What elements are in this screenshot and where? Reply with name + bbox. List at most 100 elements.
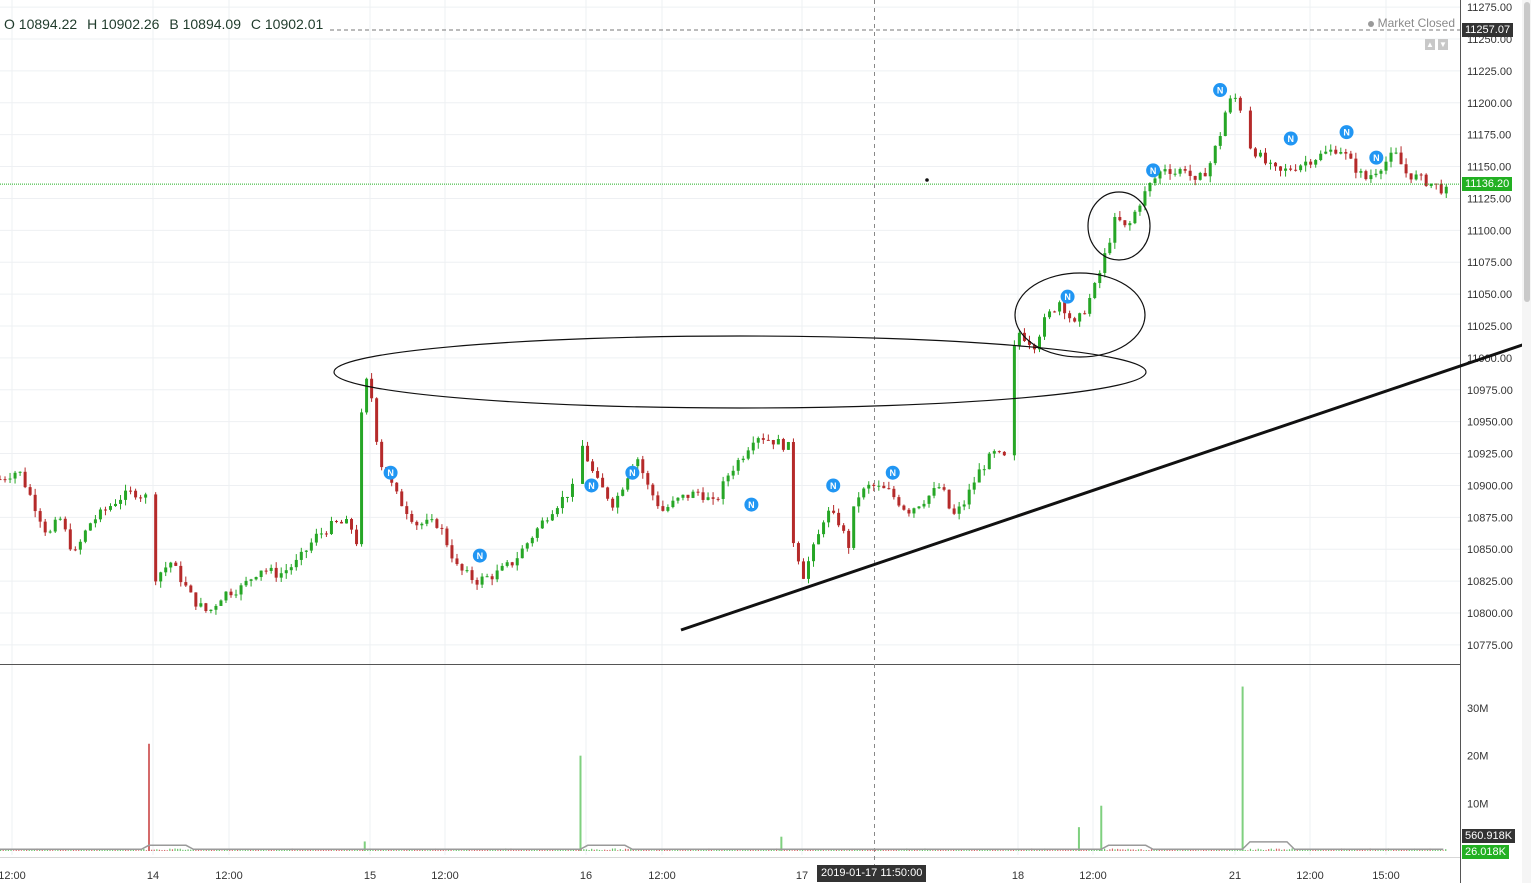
candle-body [706, 497, 710, 500]
candle-body [13, 472, 17, 479]
candle-body [159, 572, 163, 582]
candle-body [365, 378, 369, 413]
candle-body [1274, 162, 1278, 167]
volume-bar [1179, 850, 1181, 851]
pane-down-icon[interactable]: ▼ [1438, 39, 1448, 50]
candle-body [902, 505, 906, 510]
candle-body [1168, 169, 1172, 174]
candle-body [721, 481, 725, 499]
candle-body [897, 497, 901, 506]
candle-body [892, 488, 896, 498]
volume-bar [184, 849, 187, 851]
volume-bar [1380, 850, 1382, 851]
volume-bar [1145, 849, 1147, 851]
volume-tick-2: 10M [1467, 798, 1488, 810]
candle-body [586, 445, 590, 462]
volume-bar [67, 850, 69, 851]
price-tick-19: 10800.00 [1467, 608, 1513, 620]
volume-bar [1187, 849, 1189, 851]
market-status: Market Closed [1367, 16, 1455, 30]
candle-body [113, 503, 117, 507]
candle-body [420, 523, 424, 526]
candle-body [505, 562, 509, 566]
candle-body [1233, 97, 1237, 99]
chart[interactable]: 11275.0011250.0011225.0011200.0011175.00… [0, 0, 1531, 883]
candle-body [827, 510, 831, 523]
candle-body [139, 497, 143, 499]
volume-bar [400, 850, 403, 851]
volume-bar [72, 849, 75, 851]
candle-body [1183, 169, 1187, 171]
candle-body [344, 519, 348, 524]
candle-body [1279, 166, 1283, 171]
volume-bar [890, 850, 892, 851]
pane-up-icon[interactable]: ▲ [1425, 39, 1435, 50]
volume-bar [333, 850, 335, 851]
candle-body [867, 484, 871, 489]
candle-body [1113, 217, 1117, 243]
candle-body [1364, 171, 1368, 180]
candle-body [405, 506, 409, 514]
candle-body [1344, 152, 1348, 154]
volume-bar [606, 849, 608, 851]
candle-body [1073, 318, 1077, 322]
volume-bar [460, 850, 463, 851]
candle-body [119, 499, 123, 504]
candle-body [1354, 158, 1358, 173]
volume-bar [138, 850, 140, 851]
volume-bar [1273, 849, 1275, 851]
volume-bar [445, 850, 447, 851]
volume-bar [828, 850, 830, 851]
volume-bar [1244, 849, 1246, 851]
candle-body [154, 494, 158, 582]
candle-body [852, 506, 856, 548]
volume-bar [1072, 850, 1074, 851]
candle-body [1208, 163, 1212, 177]
candle-body [922, 503, 926, 507]
news-marker-label-4: N [748, 500, 755, 510]
candle-body [1088, 297, 1092, 314]
candle-body [872, 484, 876, 486]
candle-body [1017, 332, 1021, 346]
candle-body [1379, 170, 1383, 174]
candle-body [671, 500, 675, 508]
candle-body [1093, 283, 1097, 298]
candle-body [269, 567, 273, 571]
volume-bar [151, 849, 153, 851]
candle-body [1063, 302, 1067, 314]
candle-body [58, 518, 62, 520]
candle-body [1374, 173, 1378, 176]
candle-body [395, 482, 399, 492]
volume-bar [265, 850, 267, 851]
volume-bar [471, 850, 473, 851]
volume-bar [171, 849, 174, 851]
time-tick-7: 17 [796, 870, 808, 882]
candle-body [1218, 136, 1222, 146]
time-tick-0: 12:00 [0, 870, 26, 882]
candle-body [169, 562, 173, 568]
volume-bar [713, 850, 715, 851]
candle-body [746, 450, 750, 459]
volume-bar [705, 849, 707, 851]
price-tick-9: 11050.00 [1467, 289, 1512, 301]
volume-bar [221, 850, 223, 851]
candle-body [912, 508, 916, 514]
status-dot-icon [1367, 20, 1374, 27]
scrollbar-thumb[interactable] [1524, 2, 1530, 302]
candle-body [942, 487, 946, 490]
news-marker-label-3: N [629, 468, 636, 478]
candle-body [962, 504, 966, 507]
volume-bar [591, 848, 593, 851]
time-tick-1: 14 [147, 870, 159, 882]
volume-bar [75, 849, 77, 851]
candle-body [982, 469, 986, 471]
volume-bar [361, 849, 364, 851]
candle-body [606, 487, 610, 499]
candle-body [68, 529, 72, 550]
volume-bar [385, 850, 387, 851]
candle-body [339, 521, 343, 524]
volume-bar [609, 849, 611, 851]
volume-bar [953, 849, 955, 851]
volume-bar [1114, 849, 1116, 851]
candle-body [103, 509, 107, 511]
